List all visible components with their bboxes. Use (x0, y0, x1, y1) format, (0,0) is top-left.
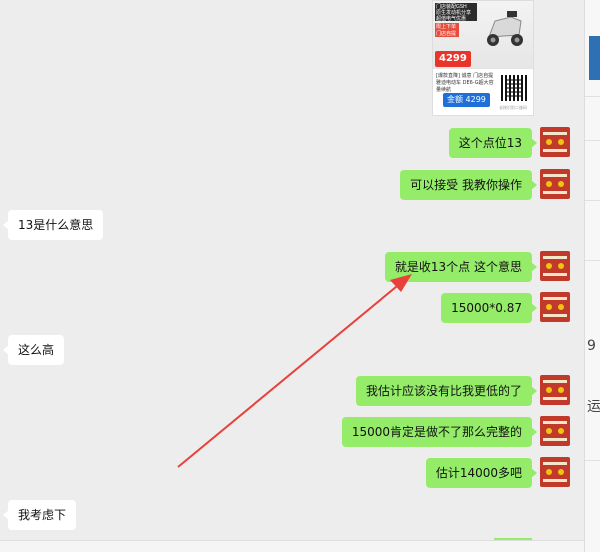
panel-glyph: 9 (587, 338, 596, 354)
message-bubble-outgoing[interactable]: 可以接受 我教你操作 (400, 170, 537, 200)
avatar-self[interactable] (540, 169, 570, 199)
product-tag-line: 超值电气优惠 (436, 16, 467, 22)
panel-glyph: 运 (587, 399, 600, 415)
product-badge: 限上下单 门店自提 (435, 23, 459, 37)
product-footer: 长按识别二维码 (499, 105, 527, 110)
message-bubble-outgoing[interactable]: 15000*0.87 (441, 293, 537, 323)
qr-code-icon (501, 75, 527, 101)
avatar-self[interactable] (540, 127, 570, 157)
avatar-self[interactable] (540, 292, 570, 322)
panel-divider (585, 460, 600, 461)
message-bubble-outgoing[interactable]: 估计14000多吧 (425, 458, 538, 488)
product-tag: 门店装配GSH 原生发动机分享 超值电气优惠 (435, 3, 477, 22)
panel-accent (589, 36, 600, 80)
message-bubble-incoming[interactable]: 13是什么意思 (2, 210, 104, 240)
message-bubble-outgoing[interactable]: 我估计应该没有比我更低的了 (355, 376, 538, 406)
bottom-bar (0, 540, 584, 552)
avatar-self[interactable] (540, 375, 570, 405)
avatar-self[interactable] (540, 251, 570, 281)
panel-divider (585, 140, 600, 141)
message-bubble-incoming[interactable]: 这么高 (2, 335, 65, 365)
product-price: 4299 (435, 51, 471, 67)
product-description: [爆款直降] 诚意 门店自提 雅迪电动车 DE6-G超大容量续航 (436, 73, 494, 93)
product-card[interactable]: 门店装配GSH 原生发动机分享 超值电气优惠 限上下单 门店自提 4299 [爆… (432, 0, 534, 116)
avatar-self[interactable] (540, 416, 570, 446)
message-bubble-outgoing[interactable]: 这个点位13 (448, 128, 538, 158)
right-side-panel: 9 运 (584, 0, 600, 552)
message-bubble-outgoing[interactable]: 就是收13个点 这个意思 (384, 252, 538, 282)
product-buy-button[interactable]: 金额 4299 (443, 93, 490, 107)
avatar-self[interactable] (540, 457, 570, 487)
message-bubble-incoming[interactable]: 我考虑下 (2, 500, 77, 530)
chat-area: 门店装配GSH 原生发动机分享 超值电气优惠 限上下单 门店自提 4299 [爆… (0, 0, 584, 540)
scooter-image (487, 11, 523, 46)
panel-divider (585, 200, 600, 201)
message-bubble-outgoing[interactable]: 15000肯定是做不了那么完整的 (341, 417, 538, 447)
panel-divider (585, 260, 600, 261)
panel-divider (585, 96, 600, 97)
